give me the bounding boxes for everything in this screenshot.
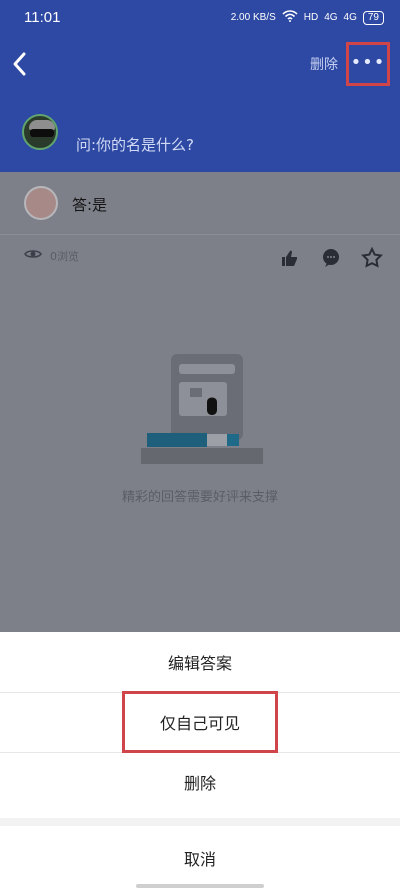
edit-answer-label: 编辑答案	[167, 654, 232, 673]
favorite-button[interactable]	[360, 246, 384, 270]
network-speed: 2.00 KB/S	[230, 12, 276, 23]
more-menu-button[interactable]: •••	[346, 42, 390, 86]
empty-state-illustration-icon	[141, 354, 263, 464]
eye-icon	[24, 250, 42, 258]
bottom-action-sheet: 编辑答案 仅自己可见 删除 取消	[0, 632, 400, 889]
comment-icon	[323, 249, 339, 267]
delete-button-top[interactable]: 删除	[310, 54, 338, 74]
delete-option[interactable]: 删除	[0, 752, 400, 812]
answer-avatar	[24, 186, 58, 220]
avatar-glasses	[30, 129, 54, 137]
user-avatar	[22, 114, 58, 150]
sheet-separator	[0, 818, 400, 826]
answer-text: 答:是	[72, 196, 108, 214]
answer-stats: 0浏览	[24, 246, 384, 270]
thumbs-up-icon	[282, 250, 297, 266]
wifi-icon	[282, 10, 298, 25]
home-indicator	[136, 884, 264, 888]
more-horizontal-icon: •••	[350, 52, 386, 73]
hd-label: HD	[303, 12, 319, 23]
status-icons: 2.00 KB/S HD 4G 4G 79	[231, 10, 384, 25]
highlight-only-me	[122, 691, 278, 753]
signal-2: 4G	[343, 12, 357, 23]
signal-1: 4G	[324, 12, 338, 23]
back-button[interactable]	[8, 48, 34, 80]
answer-content-area: 答:是 0浏览 精彩的回答需要好评来支撑	[0, 172, 400, 632]
delete-label: 删除	[183, 774, 216, 793]
status-time: 11:01	[24, 9, 61, 26]
views-count: 0浏览	[50, 250, 79, 263]
battery-level: 79	[367, 11, 379, 23]
battery-icon: 79	[362, 10, 384, 25]
empty-state-text: 精彩的回答需要好评来支撑	[121, 490, 278, 505]
chevron-left-icon	[13, 52, 26, 76]
question-header: 删除 ••• 问:你的名是什么?	[0, 34, 400, 172]
question-row: 问:你的名是什么?	[22, 114, 382, 158]
question-text: 问:你的名是什么?	[76, 136, 195, 154]
cancel-option[interactable]: 取消	[0, 828, 400, 888]
cancel-label: 取消	[183, 850, 216, 869]
comment-button[interactable]	[319, 246, 343, 270]
star-icon	[361, 247, 383, 268]
edit-answer-option[interactable]: 编辑答案	[0, 632, 400, 692]
divider	[0, 234, 400, 235]
like-button[interactable]	[278, 246, 302, 270]
answer-actions	[278, 246, 384, 270]
status-bar: 11:01 2.00 KB/S HD 4G 4G 79	[0, 0, 400, 34]
answer-row: 答:是	[24, 186, 384, 220]
